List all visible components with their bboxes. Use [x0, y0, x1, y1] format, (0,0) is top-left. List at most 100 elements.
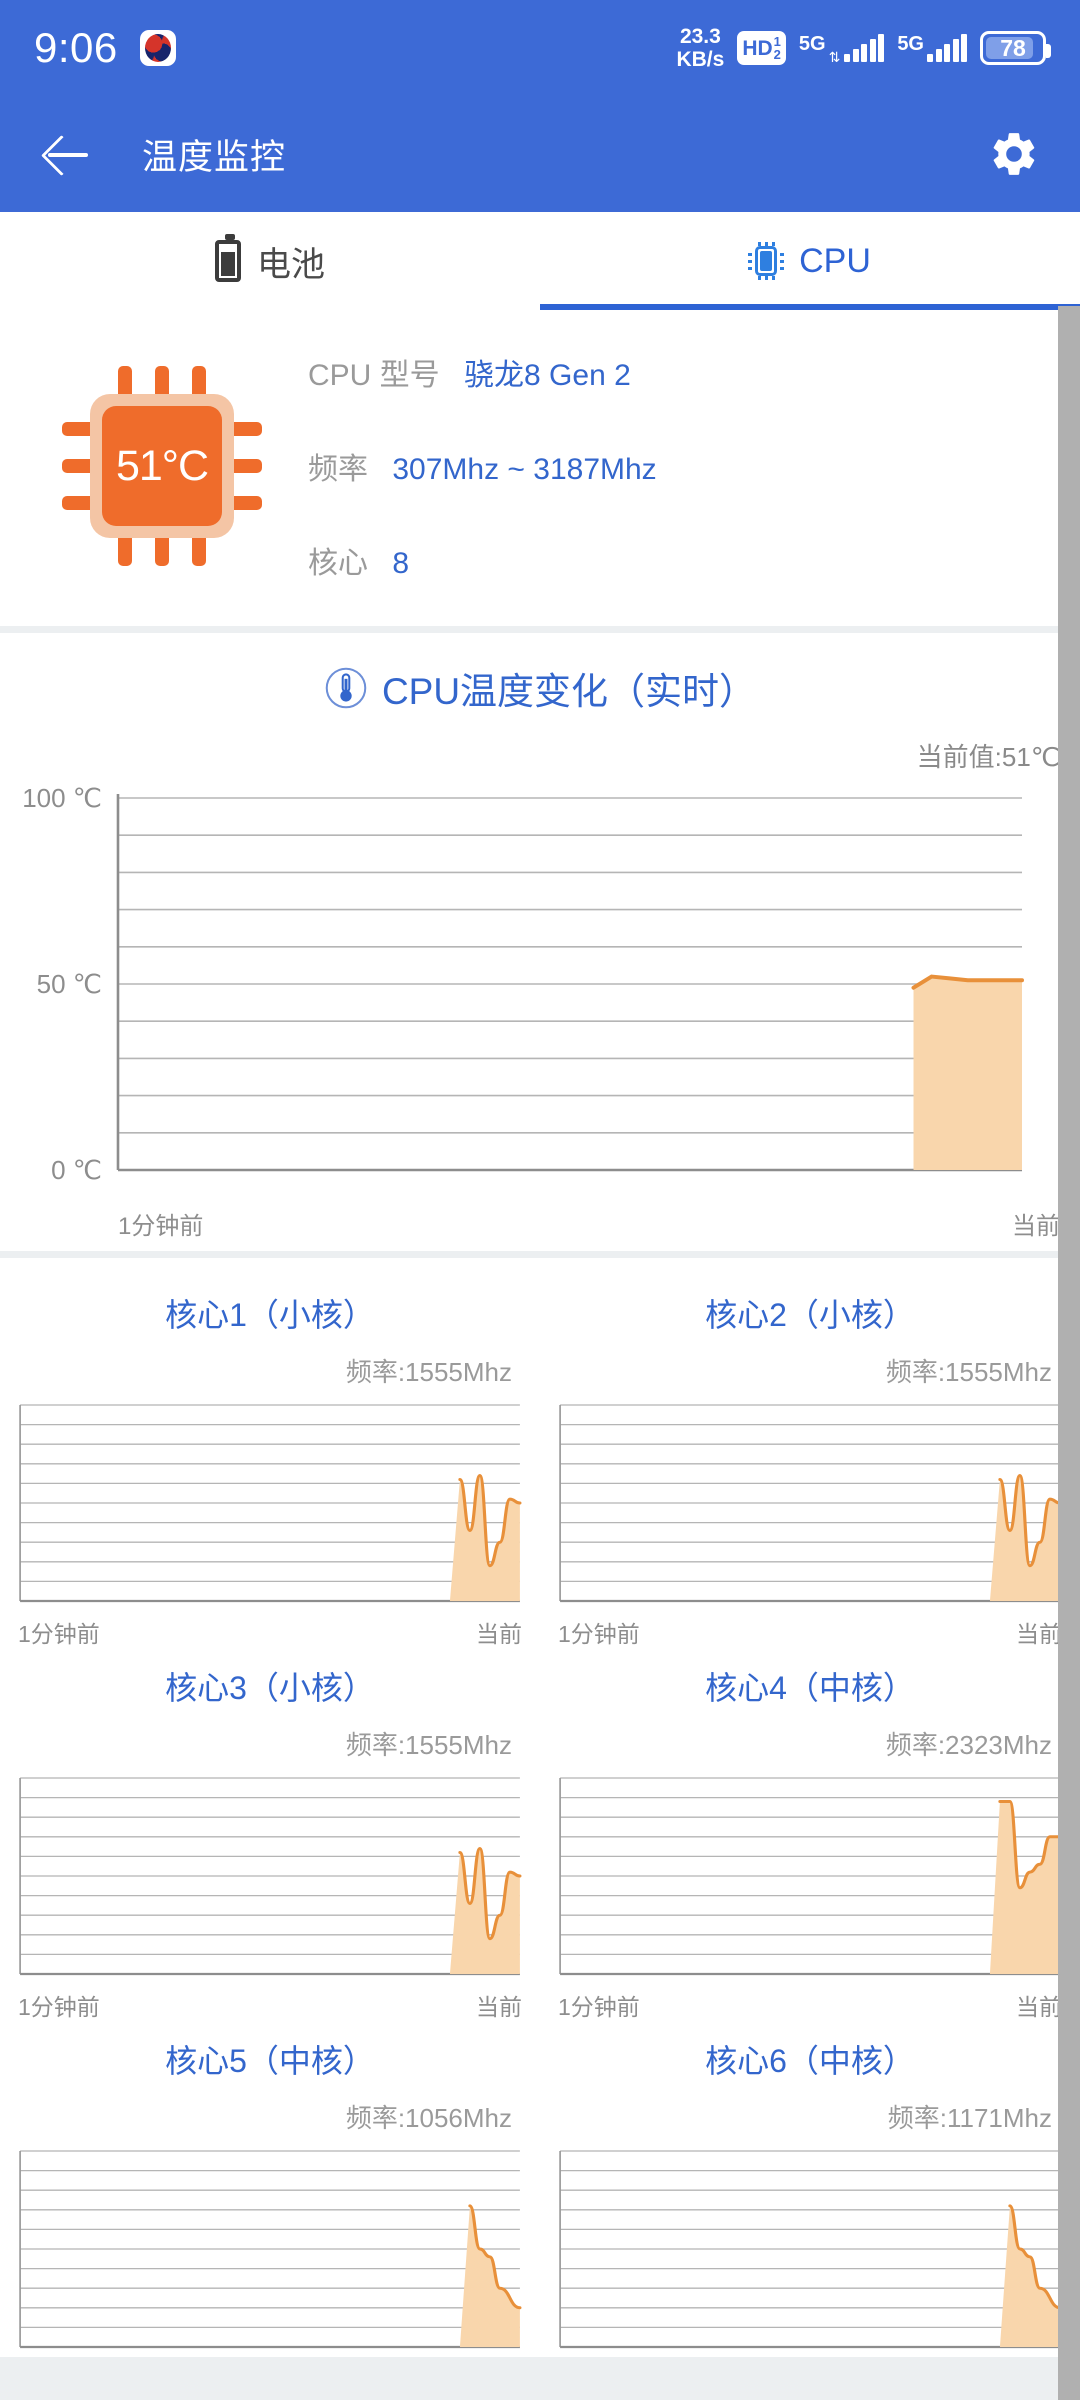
cpu-model-value: 骁龙8 Gen 2 [464, 359, 631, 392]
battery-percent: 78 [1000, 34, 1026, 61]
temperature-plot: 0 ℃ 50 ℃ 100 ℃ [0, 780, 1080, 1200]
xaxis-end-label: 当前 [1016, 1621, 1062, 1647]
cpu-freq-row: 频率 307Mhz ~ 3187Mhz [308, 444, 657, 488]
core-title: 核心3（小核） [165, 1670, 375, 1706]
status-icons: 23.3 KB/s HD 1 2 5G ⇅ 5G 78 [676, 25, 1051, 71]
back-arrow-icon[interactable] [40, 127, 94, 181]
xaxis-end-label: 当前 [476, 1621, 522, 1647]
cpu-cores-label: 核心 [308, 547, 368, 580]
tab-active-indicator [540, 304, 1080, 310]
cpu-info-card: 51°C CPU 型号 骁龙8 Gen 2 频率 307Mhz ~ 3187Mh… [0, 310, 1080, 626]
hd-sim-numbers: 1 2 [774, 35, 781, 61]
chart-title-row: CPU温度变化（实时） [0, 661, 1080, 715]
core-frequency: 频率:1555Mhz [885, 1357, 1052, 1387]
current-temperature-value: 当前值:51℃ [916, 742, 1060, 772]
svg-text:0 ℃: 0 ℃ [51, 1155, 102, 1185]
xaxis-end-label: 当前 [1016, 1994, 1062, 2020]
core-plot [18, 1774, 522, 1984]
network-speed-value: 23.3 [679, 25, 721, 48]
battery-icon: 78 [980, 31, 1051, 65]
core-frequency: 频率:1171Mhz [887, 2103, 1052, 2133]
section-divider [0, 626, 1080, 633]
xaxis-start-label: 1分钟前 [558, 1994, 640, 2020]
core-plot [558, 1401, 1062, 1611]
core-title: 核心5（中核） [165, 2043, 375, 2079]
core-cell-6[interactable]: 核心6（中核） 频率:1171Mhz [540, 2022, 1080, 2357]
cpu-model-label: CPU 型号 [308, 359, 440, 392]
xaxis-start-label: 1分钟前 [118, 1213, 204, 1240]
hd-num-bottom: 2 [773, 47, 781, 62]
core-frequency: 频率:1555Mhz [345, 1357, 512, 1387]
core-xaxis: 1分钟前 当前 [558, 1615, 1062, 1649]
svg-text:50 ℃: 50 ℃ [37, 969, 102, 999]
temperature-plot-svg: 0 ℃ 50 ℃ 100 ℃ [22, 783, 1024, 1185]
cpu-temperature-chart-card: CPU温度变化（实时） 当前值:51℃ 0 ℃ 50 ℃ 100 ℃ 1分钟前 当前 [0, 633, 1080, 1251]
core-frequency: 频率:1555Mhz [345, 1730, 512, 1760]
cpu-freq-value: 307Mhz ~ 3187Mhz [392, 453, 657, 486]
core-cell-1[interactable]: 核心1（小核） 频率:1555Mhz 1分钟前 当前 [0, 1276, 540, 1649]
core-plot [18, 1401, 522, 1611]
xaxis-end-label: 当前 [476, 1994, 522, 2020]
vertical-scrollbar[interactable] [1058, 306, 1080, 2400]
app-bar: 温度监控 [0, 96, 1080, 212]
hd-label: HD [742, 36, 773, 60]
chart-title-text: CPU温度变化（实时） [381, 671, 757, 712]
cpu-cores-row: 核心 8 [308, 538, 657, 582]
core-row: 核心3（小核） 频率:1555Mhz 1分钟前 当前 核心4（中核） 频率:23… [0, 1649, 1080, 2022]
network-speed-unit: KB/s [676, 48, 725, 71]
signal-sim1: 5G ⇅ [798, 33, 885, 65]
xaxis-start-label: 1分钟前 [558, 1621, 640, 1647]
core-cell-3[interactable]: 核心3（小核） 频率:1555Mhz 1分钟前 当前 [0, 1649, 540, 2022]
sim1-network-label: 5G [798, 33, 826, 55]
svg-text:100 ℃: 100 ℃ [22, 783, 102, 813]
core-cell-5[interactable]: 核心5（中核） 频率:1056Mhz [0, 2022, 540, 2357]
cpu-chip-icon [748, 242, 785, 280]
signal-sim2: 5G [897, 34, 967, 62]
data-transfer-icon: ⇅ [828, 49, 841, 65]
sogou-icon [139, 30, 176, 66]
core-xaxis: 1分钟前 当前 [18, 1615, 522, 1649]
core-xaxis: 1分钟前 当前 [18, 1988, 522, 2022]
core-cell-2[interactable]: 核心2（小核） 频率:1555Mhz 1分钟前 当前 [540, 1276, 1080, 1649]
signal-bars-icon [844, 34, 885, 62]
core-title: 核心6（中核） [705, 2043, 915, 2079]
core-cell-4[interactable]: 核心4（中核） 频率:2323Mhz 1分钟前 当前 [540, 1649, 1080, 2022]
cpu-model-row: CPU 型号 骁龙8 Gen 2 [308, 350, 657, 394]
chip-temperature-value: 51°C [102, 406, 222, 526]
tab-cpu[interactable]: CPU [540, 212, 1080, 310]
sim2-network-label: 5G [897, 33, 924, 55]
temperature-plot-xaxis: 1分钟前 当前 [0, 1200, 1080, 1241]
tab-bar: 电池 CPU [0, 212, 1080, 310]
cpu-cores-value: 8 [392, 547, 410, 580]
status-bar: 9:06 23.3 KB/s HD 1 2 5G ⇅ 5G 78 [0, 0, 1080, 96]
core-plot [558, 2147, 1062, 2357]
cpu-info-list: CPU 型号 骁龙8 Gen 2 频率 307Mhz ~ 3187Mhz 核心 … [308, 350, 657, 582]
signal-bars-icon [927, 34, 967, 62]
status-clock: 9:06 [34, 24, 118, 71]
tab-cpu-label: CPU [799, 241, 871, 280]
hd-voice-icon: HD 1 2 [737, 31, 786, 65]
xaxis-end-label: 当前 [1012, 1213, 1060, 1240]
xaxis-start-label: 1分钟前 [18, 1621, 100, 1647]
core-frequency: 频率:2323Mhz [885, 1730, 1052, 1760]
core-row: 核心1（小核） 频率:1555Mhz 1分钟前 当前 核心2（小核） 频率:15… [0, 1276, 1080, 1649]
section-divider [0, 1251, 1080, 1258]
core-plot [558, 1774, 1062, 1984]
thermometer-icon [324, 666, 368, 710]
core-charts-card: 核心1（小核） 频率:1555Mhz 1分钟前 当前 核心2（小核） 频率:15… [0, 1258, 1080, 2357]
page-title: 温度监控 [142, 137, 287, 177]
app-root: 9:06 23.3 KB/s HD 1 2 5G ⇅ 5G 78 温度监控 电池… [0, 0, 1080, 2400]
core-xaxis: 1分钟前 当前 [558, 1988, 1062, 2022]
tab-battery[interactable]: 电池 [0, 212, 540, 310]
core-plot [18, 2147, 522, 2357]
cpu-freq-label: 频率 [308, 453, 368, 486]
core-row: 核心5（中核） 频率:1056Mhz 核心6（中核） 频率:1171Mhz [0, 2022, 1080, 2357]
gear-icon[interactable] [988, 128, 1040, 180]
network-speed: 23.3 KB/s [676, 25, 724, 71]
core-title: 核心1（小核） [165, 1297, 375, 1333]
tab-battery-label: 电池 [257, 245, 325, 284]
battery-icon [215, 234, 241, 282]
xaxis-start-label: 1分钟前 [18, 1994, 100, 2020]
cpu-temperature-chip-icon: 51°C [62, 366, 262, 566]
core-title: 核心2（小核） [705, 1297, 915, 1333]
